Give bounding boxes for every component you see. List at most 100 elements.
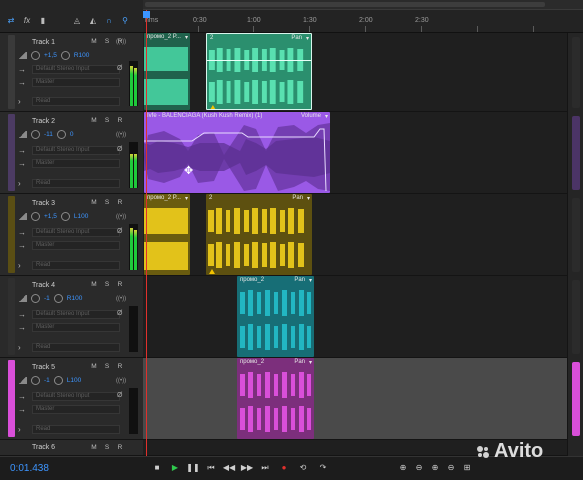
zoom-navigator-thumb[interactable] [145, 2, 545, 7]
clip-menu-icon[interactable]: ▾ [185, 34, 188, 41]
loop-icon[interactable]: ⟲ [296, 461, 310, 475]
stop-icon[interactable]: ■ [150, 461, 164, 475]
output-select[interactable]: Master [32, 241, 120, 250]
volume-value[interactable]: -11 [44, 131, 53, 138]
solo-button[interactable]: S [103, 117, 111, 124]
fx-icon[interactable]: fx [22, 16, 32, 26]
expand-chevron-icon[interactable]: › [18, 425, 28, 434]
phase-invert-icon[interactable]: Ø [117, 65, 122, 72]
to-start-icon[interactable]: ⏮ [204, 461, 218, 475]
pan-value[interactable]: L100 [67, 377, 81, 384]
automation-mode-select[interactable]: Read [32, 343, 120, 352]
audio-clip[interactable]: промо_2 P... ▾ [144, 194, 190, 275]
expand-chevron-icon[interactable]: › [18, 179, 28, 188]
record-icon[interactable]: ● [277, 461, 291, 475]
record-arm-button[interactable]: R [116, 199, 124, 206]
clip-menu-icon[interactable]: ▾ [325, 113, 328, 120]
skip-icon[interactable]: ↷ [316, 461, 330, 475]
zoom-in-amplitude-icon[interactable]: ⊕ [396, 461, 410, 475]
track-name[interactable]: Track 1 [32, 39, 55, 46]
phase-invert-icon[interactable]: Ø [117, 310, 122, 317]
pan-knob[interactable] [56, 130, 66, 139]
phase-invert-icon[interactable]: Ø [117, 146, 122, 153]
track-2-lane[interactable]: Ivfe - BALENCIAGA (Kush Kush Remix) (1) … [143, 112, 567, 194]
output-select[interactable]: Master [32, 405, 120, 414]
input-select[interactable]: Default Stereo Input [32, 310, 120, 319]
volume-value[interactable]: +1,5 [44, 52, 57, 59]
swap-icon[interactable]: ⇄ [6, 16, 16, 26]
forward-icon[interactable]: ▶▶ [240, 461, 254, 475]
solo-button[interactable]: S [103, 444, 111, 451]
track-name[interactable]: Track 5 [32, 364, 55, 371]
automation-mode-select[interactable]: Read [32, 179, 120, 188]
timeline-ruler[interactable]: hms 0:30 1:00 1:30 2:00 2:30 [143, 0, 583, 33]
output-select[interactable]: Master [32, 323, 120, 332]
clip-menu-icon[interactable]: ▾ [309, 359, 312, 366]
marker-icon[interactable]: ⚲ [120, 16, 130, 26]
zoom-out-time-icon[interactable]: ⊖ [444, 461, 458, 475]
headphones-icon[interactable]: ∩ [104, 16, 114, 26]
expand-chevron-icon[interactable]: › [18, 261, 28, 270]
meter-icon[interactable]: ▮ [38, 16, 48, 26]
audio-clip[interactable]: промо_2 Pan ▾ [237, 358, 314, 439]
record-arm-button[interactable]: R [116, 444, 124, 451]
volume-knob[interactable] [31, 376, 40, 385]
pause-icon[interactable]: ❚❚ [186, 461, 200, 475]
pan-value[interactable]: 0 [70, 131, 74, 138]
track-name[interactable]: Track 6 [32, 444, 55, 451]
pan-knob[interactable] [53, 376, 63, 385]
clip-menu-icon[interactable]: ▾ [307, 195, 310, 202]
mute-button[interactable]: M [90, 363, 98, 370]
audio-clip-selected[interactable]: 2 Pan ▾ [206, 33, 312, 110]
zoom-navigator[interactable] [143, 0, 583, 10]
solo-button[interactable]: S [103, 281, 111, 288]
timecode-display[interactable]: 0:01.438 [10, 463, 49, 474]
zoom-out-amplitude-icon[interactable]: ⊖ [412, 461, 426, 475]
playhead-line[interactable] [146, 10, 147, 456]
expand-chevron-icon[interactable]: › [18, 97, 28, 106]
clip-menu-icon[interactable]: ▾ [185, 195, 188, 202]
volume-knob[interactable] [31, 294, 40, 303]
solo-button[interactable]: S [103, 199, 111, 206]
mute-button[interactable]: M [90, 281, 98, 288]
mute-button[interactable]: M [90, 199, 98, 206]
track-5-lane[interactable]: промо_2 Pan ▾ [143, 358, 567, 440]
zoom-full-icon[interactable]: ⊞ [460, 461, 474, 475]
audio-clip[interactable]: 2 Pan ▾ [206, 194, 312, 275]
track-name[interactable]: Track 2 [32, 118, 55, 125]
volume-value[interactable]: -1 [44, 377, 50, 384]
input-select[interactable]: Default Stereo Input [32, 228, 120, 237]
monitor-icon[interactable]: ((•)) [116, 214, 126, 220]
pan-value[interactable]: R100 [74, 52, 90, 59]
pan-value[interactable]: L100 [74, 213, 88, 220]
output-select[interactable]: Master [32, 159, 120, 168]
automation-mode-select[interactable]: Read [32, 425, 120, 434]
automation-mode-select[interactable]: Read [32, 97, 120, 106]
play-icon[interactable]: ▶ [168, 461, 182, 475]
phase-invert-icon[interactable]: Ø [117, 228, 122, 235]
pan-knob[interactable] [60, 212, 70, 221]
pan-knob[interactable] [53, 294, 63, 303]
to-end-icon[interactable]: ⏭ [258, 461, 272, 475]
output-icon[interactable]: ◭ [88, 16, 98, 26]
solo-button[interactable]: S [103, 363, 111, 370]
playhead-handle[interactable] [143, 11, 150, 18]
track-name[interactable]: Track 3 [32, 200, 55, 207]
solo-button[interactable]: S [103, 38, 111, 45]
output-select[interactable]: Master [32, 78, 120, 87]
mute-button[interactable]: M [90, 38, 98, 45]
record-arm-button[interactable]: R [116, 117, 124, 124]
pan-knob[interactable] [60, 51, 70, 60]
pan-value[interactable]: R100 [67, 295, 83, 302]
expand-chevron-icon[interactable]: › [18, 343, 28, 352]
volume-value[interactable]: -1 [44, 295, 50, 302]
input-icon[interactable]: ◬ [72, 16, 82, 26]
clip-menu-icon[interactable]: ▾ [309, 277, 312, 284]
volume-knob[interactable] [31, 51, 40, 60]
record-arm-button[interactable]: R [116, 363, 124, 370]
zoom-in-time-icon[interactable]: ⊕ [428, 461, 442, 475]
track-4-lane[interactable]: промо_2 Pan ▾ [143, 276, 567, 358]
track-3-lane[interactable]: промо_2 P... ▾ 2 Pan ▾ [143, 194, 567, 276]
volume-value[interactable]: +1,5 [44, 213, 57, 220]
monitor-icon[interactable]: ((•)) [116, 132, 126, 138]
